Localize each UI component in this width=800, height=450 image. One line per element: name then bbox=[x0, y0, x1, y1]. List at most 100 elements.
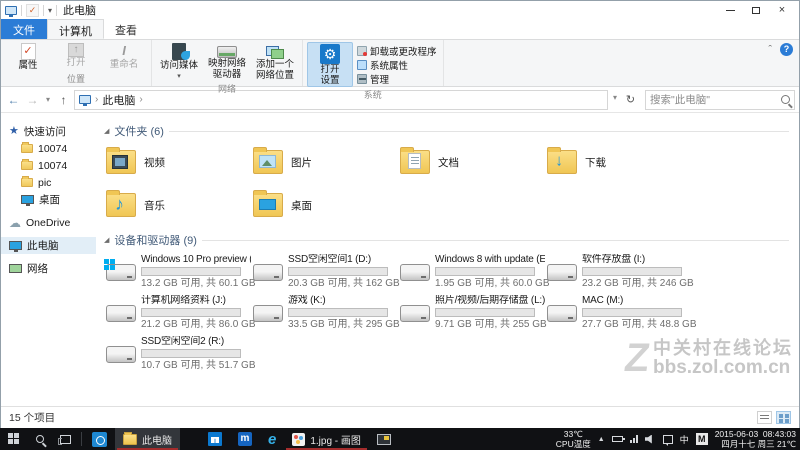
ime-mode-icon[interactable]: M bbox=[695, 433, 708, 445]
drive-tile-j[interactable]: 计算机网络资料 (J:) 21.2 GB 可用, 共 86.0 GB bbox=[104, 295, 256, 331]
desktop-icon bbox=[21, 195, 34, 206]
capacity-bar bbox=[582, 308, 682, 317]
network-icon bbox=[9, 264, 22, 273]
network-location-icon bbox=[266, 46, 284, 59]
search-box[interactable] bbox=[645, 89, 795, 110]
sidebar-item-pic[interactable]: pic bbox=[1, 174, 96, 191]
drive-tile-e[interactable]: Windows 8 with update (E:) 1.95 GB 可用, 共… bbox=[398, 254, 550, 290]
documents-folder-icon bbox=[400, 147, 430, 174]
system-properties-button[interactable]: 系统属性 bbox=[355, 58, 439, 72]
back-button[interactable]: ← bbox=[5, 93, 22, 107]
folder-tile-pictures[interactable]: 图片 bbox=[251, 145, 398, 179]
breadcrumb[interactable]: 此电脑 bbox=[102, 92, 135, 108]
drive-tile-r[interactable]: SSD空闲空间2 (R:) 10.7 GB 可用, 共 51.7 GB bbox=[104, 336, 256, 372]
uninstall-program-button[interactable]: 卸载或更改程序 bbox=[355, 44, 439, 58]
drive-icon bbox=[253, 264, 283, 281]
manage-button[interactable]: 管理 bbox=[355, 72, 439, 86]
network-signal-icon[interactable] bbox=[629, 435, 638, 443]
refresh-icon[interactable]: ↻ bbox=[622, 93, 639, 106]
group-label-network: 网络 bbox=[217, 84, 236, 94]
folder-tile-desktop[interactable]: 桌面 bbox=[251, 188, 398, 222]
sidebar-item-desktop[interactable]: 桌面 bbox=[1, 191, 96, 208]
taskbar-explorer-button[interactable]: 此电脑 bbox=[115, 428, 180, 450]
up-button[interactable]: ↑ bbox=[55, 93, 72, 107]
folder-tile-videos[interactable]: 视频 bbox=[104, 145, 251, 179]
map-network-drive-button[interactable]: 映射网络 驱动器 bbox=[204, 42, 250, 80]
thumbnails-view-button[interactable] bbox=[776, 411, 791, 424]
windows-logo-icon bbox=[104, 259, 115, 270]
capacity-bar bbox=[582, 267, 682, 276]
battery-icon[interactable] bbox=[611, 436, 625, 442]
drive-tile-m[interactable]: MAC (M:) 27.7 GB 可用, 共 48.8 GB bbox=[545, 295, 697, 331]
properties-quick-icon[interactable]: ✓ bbox=[26, 3, 39, 17]
minimize-ribbon-icon[interactable]: ˆ bbox=[768, 44, 772, 56]
folders-group-header[interactable]: ◢ 文件夹 (6) bbox=[104, 123, 799, 139]
folder-tile-documents[interactable]: 文档 bbox=[398, 145, 545, 179]
cloud-icon: ☁ bbox=[9, 215, 21, 230]
divider bbox=[21, 4, 22, 16]
folder-tile-music[interactable]: ♪ 音乐 bbox=[104, 188, 251, 222]
drives-group-header[interactable]: ◢ 设备和驱动器 (9) bbox=[104, 232, 799, 248]
open-button[interactable]: ↑ 打开 bbox=[53, 42, 99, 68]
rename-button[interactable]: I 重命名 bbox=[101, 42, 147, 70]
drive-tile-i[interactable]: 软件存放盘 (I:) 23.2 GB 可用, 共 246 GB bbox=[545, 254, 694, 290]
start-button[interactable] bbox=[0, 428, 28, 450]
taskbar-app-button[interactable] bbox=[369, 428, 399, 450]
divider bbox=[81, 432, 82, 446]
videos-folder-icon bbox=[106, 147, 136, 174]
sidebar-item-this-pc[interactable]: 此电脑 bbox=[1, 237, 96, 254]
pinned-app-button[interactable] bbox=[84, 428, 115, 450]
collapse-expander-icon[interactable]: ◢ bbox=[104, 236, 109, 244]
drive-icon bbox=[253, 305, 283, 322]
cpu-temp-widget[interactable]: 33℃ CPU温度 bbox=[556, 429, 591, 449]
add-network-location-button[interactable]: 添加一个 网络位置 bbox=[252, 42, 298, 81]
group-label-system: 系统 bbox=[363, 90, 382, 100]
qat-customize-dropdown-icon[interactable]: ▾ bbox=[48, 6, 52, 15]
store-button[interactable] bbox=[200, 428, 230, 450]
access-media-button[interactable]: 访问媒体 ▾ bbox=[156, 42, 202, 80]
open-icon: ↑ bbox=[68, 43, 84, 57]
restore-button[interactable] bbox=[743, 2, 769, 18]
forward-button[interactable]: → bbox=[24, 93, 41, 107]
details-view-button[interactable] bbox=[757, 411, 772, 424]
minimize-button[interactable] bbox=[717, 2, 743, 18]
sidebar-item-onedrive[interactable]: ☁ OneDrive bbox=[1, 214, 96, 231]
capacity-bar bbox=[288, 308, 388, 317]
tray-overflow-icon[interactable]: ▲ bbox=[598, 436, 605, 443]
tab-file[interactable]: 文件 bbox=[1, 19, 47, 39]
taskbar-clock[interactable]: 2015-06-03 08:43:03 四月十七 周三 21℃ bbox=[715, 429, 796, 449]
sidebar-item-10074[interactable]: 10074 bbox=[1, 140, 96, 157]
folder-tile-downloads[interactable]: ↑ 下载 bbox=[545, 145, 692, 179]
drive-tile-k[interactable]: 游戏 (K:) 33.5 GB 可用, 共 295 GB bbox=[251, 295, 400, 331]
properties-button[interactable]: ✓ 属性 bbox=[5, 42, 51, 71]
address-dropdown-icon[interactable]: ▾ bbox=[610, 93, 620, 106]
ie-button[interactable]: e bbox=[260, 428, 284, 450]
maxthon-button[interactable]: m bbox=[230, 428, 260, 450]
close-button[interactable]: × bbox=[769, 2, 795, 18]
taskbar-paint-button[interactable]: 1.jpg - 画图 bbox=[284, 428, 369, 450]
drive-tile-d[interactable]: SSD空闲空间1 (D:) 20.3 GB 可用, 共 162 GB bbox=[251, 254, 400, 290]
recent-locations-dropdown-icon[interactable]: ▾ bbox=[43, 95, 53, 104]
divider bbox=[56, 4, 58, 16]
sidebar-item-10074-2[interactable]: 10074 bbox=[1, 157, 96, 174]
tab-view[interactable]: 查看 bbox=[104, 19, 148, 39]
tab-computer[interactable]: 计算机 bbox=[47, 19, 104, 39]
drive-tile-c[interactable]: Windows 10 Pro preview (C:) 13.2 GB 可用, … bbox=[104, 254, 256, 290]
drive-tile-l[interactable]: 照片/视频/后期存储盘 (L:) 9.71 GB 可用, 共 255 GB bbox=[398, 295, 547, 331]
help-icon[interactable]: ? bbox=[780, 43, 793, 56]
search-input[interactable] bbox=[650, 93, 781, 106]
ribbon-group-location: ✓ 属性 ↑ 打开 I 重命名 位置 bbox=[1, 40, 152, 86]
action-center-icon[interactable] bbox=[662, 434, 673, 446]
open-settings-button[interactable]: ⚙ 打开 设置 bbox=[307, 42, 353, 87]
task-view-button[interactable] bbox=[52, 428, 79, 450]
ribbon: ✓ 属性 ↑ 打开 I 重命名 位置 访问媒体 ▾ 映射网络 驱动器 添加一个 … bbox=[1, 39, 799, 100]
pinned-app-icon bbox=[92, 431, 107, 447]
taskbar-search-button[interactable] bbox=[28, 428, 52, 450]
music-folder-icon: ♪ bbox=[106, 190, 136, 217]
ime-language-indicator[interactable]: 中 bbox=[680, 433, 689, 446]
collapse-expander-icon[interactable]: ◢ bbox=[104, 127, 109, 135]
sidebar-item-network[interactable]: 网络 bbox=[1, 260, 96, 277]
sidebar-item-quick-access[interactable]: ★ 快速访问 bbox=[1, 123, 96, 140]
volume-icon[interactable] bbox=[644, 434, 652, 444]
taskbar: 此电脑 m e 1.jpg - 画图 33℃ CPU温度 ▲ 中 M 2015-… bbox=[0, 428, 800, 450]
